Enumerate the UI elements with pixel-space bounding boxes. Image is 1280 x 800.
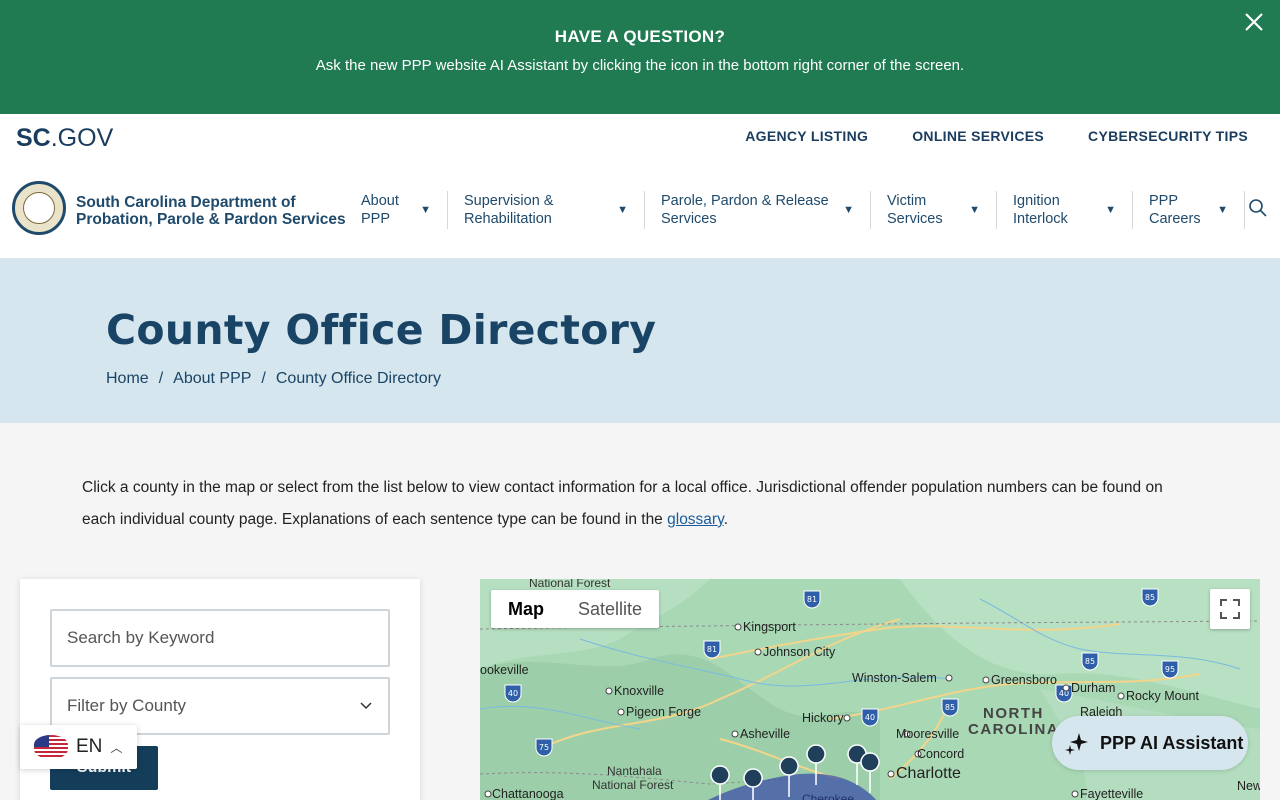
caret-down-icon: ▼ (1217, 204, 1228, 216)
map-label: CAROLINA (968, 721, 1060, 738)
page-title: County Office Directory (106, 306, 657, 354)
map-label: Durham (1071, 681, 1116, 695)
ai-assistant-label: PPP AI Assistant (1100, 732, 1244, 753)
us-flag-icon (34, 735, 68, 759)
close-icon[interactable] (1242, 10, 1266, 34)
map-type-toggle: Map Satellite (491, 590, 660, 628)
seal-center (23, 192, 55, 224)
fullscreen-button[interactable] (1210, 589, 1250, 629)
map-label: National Forest (529, 579, 611, 590)
nav-label: Supervision & Rehabilitation (464, 193, 554, 227)
map-label: ookeville (480, 663, 529, 677)
utility-bar: SC .GOV AGENCY LISTING ONLINE SERVICES CY… (0, 114, 1280, 166)
map-tab-map[interactable]: Map (491, 590, 561, 628)
breadcrumb-separator: / (158, 370, 164, 387)
nav-supervision[interactable]: Supervision & Rehabilitation ▼ (448, 191, 645, 229)
page-hero: County Office Directory Home / About PPP… (0, 258, 1280, 423)
svg-text:81: 81 (807, 595, 817, 604)
glossary-link[interactable]: glossary (667, 511, 724, 528)
map-label: Nantahala (607, 764, 662, 778)
breadcrumb-current: County Office Directory (275, 370, 441, 387)
language-code: EN (76, 736, 103, 757)
nav-victim-services[interactable]: Victim Services ▼ (871, 191, 997, 229)
keyword-search-input[interactable]: Search by Keyword (50, 609, 390, 667)
agency-listing-link[interactable]: AGENCY LISTING (745, 128, 868, 144)
svg-text:95: 95 (1165, 665, 1175, 674)
agency-name-line2: Probation, Parole & Pardon Services (76, 211, 346, 228)
breadcrumb-home[interactable]: Home (106, 370, 149, 388)
caret-down-icon: ▼ (617, 204, 628, 216)
map-label: Asheville (740, 727, 791, 741)
map-label: Winston-Salem (852, 671, 937, 685)
sparkle-icon (1065, 733, 1088, 755)
main-nav: About PPP ▼ Supervision & Rehabilitation ▼… (353, 188, 1245, 232)
breadcrumb: Home / About PPP / County Office Directo… (106, 370, 441, 388)
keyword-placeholder: Search by Keyword (67, 628, 215, 647)
agency-name-line1: South Carolina Department of (76, 194, 296, 211)
nav-label: Victim Services (887, 193, 943, 227)
nav-label: Ignition Interlock (1013, 193, 1068, 227)
caret-down-icon: ▼ (969, 204, 980, 216)
svg-text:75: 75 (539, 743, 549, 752)
svg-text:40: 40 (865, 713, 875, 722)
nav-ppp-careers[interactable]: PPP Careers ▼ (1133, 191, 1245, 229)
map-label: Knoxville (614, 684, 665, 698)
map-label: Johnson City (763, 645, 836, 659)
banner-title: HAVE A QUESTION? (554, 27, 726, 46)
scgov-logo-sc: SC (16, 123, 51, 152)
agency-seal-logo[interactable] (12, 181, 66, 235)
question-banner: HAVE A QUESTION? Ask the new PPP website… (0, 0, 1280, 114)
map-label: NORTH (983, 705, 1044, 722)
caret-down-icon: ▼ (1105, 204, 1116, 216)
map-label: Charlotte (896, 765, 961, 782)
map-label: Greensboro (991, 673, 1058, 687)
svg-text:85: 85 (945, 703, 955, 712)
svg-text:85: 85 (1085, 657, 1095, 666)
map-tab-satellite[interactable]: Satellite (561, 590, 659, 628)
scgov-logo-gov: .GOV (50, 123, 114, 152)
agency-name[interactable]: South Carolina Department of Probation, … (76, 194, 346, 228)
site-header: South Carolina Department of Probation, … (0, 166, 1280, 258)
ai-assistant-button[interactable]: PPP AI Assistant (1052, 716, 1248, 770)
scgov-logo[interactable]: SC .GOV (16, 124, 113, 152)
map-label: Concord (917, 747, 965, 761)
county-placeholder: Filter by County (67, 696, 187, 715)
svg-text:85: 85 (1145, 593, 1155, 602)
online-services-link[interactable]: ONLINE SERVICES (912, 128, 1044, 144)
cybersecurity-tips-link[interactable]: CYBERSECURITY TIPS (1088, 128, 1248, 144)
caret-down-icon: ▼ (843, 204, 854, 216)
nav-about-ppp[interactable]: About PPP ▼ (353, 191, 448, 229)
intro-text: Click a county in the map or select from… (82, 479, 1163, 528)
map-label: Fayetteville (1080, 787, 1144, 800)
caret-down-icon: ▼ (420, 204, 431, 216)
nav-label: Parole, Pardon & Release Services (661, 193, 829, 227)
chevron-up-icon: ︿ (110, 740, 123, 755)
map-label: Hickory (802, 711, 844, 725)
chevron-down-icon (360, 702, 372, 710)
map-label: National Forest (592, 778, 674, 792)
nav-label: About PPP (361, 193, 399, 227)
search-icon[interactable] (1248, 198, 1268, 218)
fullscreen-icon (1220, 599, 1240, 619)
map-label: Pigeon Forge (626, 705, 702, 719)
map-label: New (1237, 779, 1260, 793)
language-switcher[interactable]: EN ︿ (20, 725, 137, 769)
map-label: Mooresville (896, 727, 960, 741)
breadcrumb-about-ppp[interactable]: About PPP (173, 370, 251, 388)
svg-text:40: 40 (508, 689, 518, 698)
breadcrumb-separator: / (261, 370, 266, 387)
svg-text:81: 81 (707, 645, 717, 654)
utility-links: AGENCY LISTING ONLINE SERVICES CYBERSECU… (745, 128, 1248, 144)
nav-parole-pardon[interactable]: Parole, Pardon & Release Services ▼ (645, 191, 871, 229)
nav-ignition-interlock[interactable]: Ignition Interlock ▼ (997, 191, 1133, 229)
nav-label: PPP Careers (1149, 193, 1201, 227)
banner-text: Ask the new PPP website AI Assistant by … (315, 57, 965, 74)
map-label: Rocky Mount (1126, 689, 1199, 703)
map-label: Kingsport (743, 620, 796, 634)
map-label: Chattanooga (492, 787, 564, 800)
map-label: Cherokee (802, 792, 855, 800)
